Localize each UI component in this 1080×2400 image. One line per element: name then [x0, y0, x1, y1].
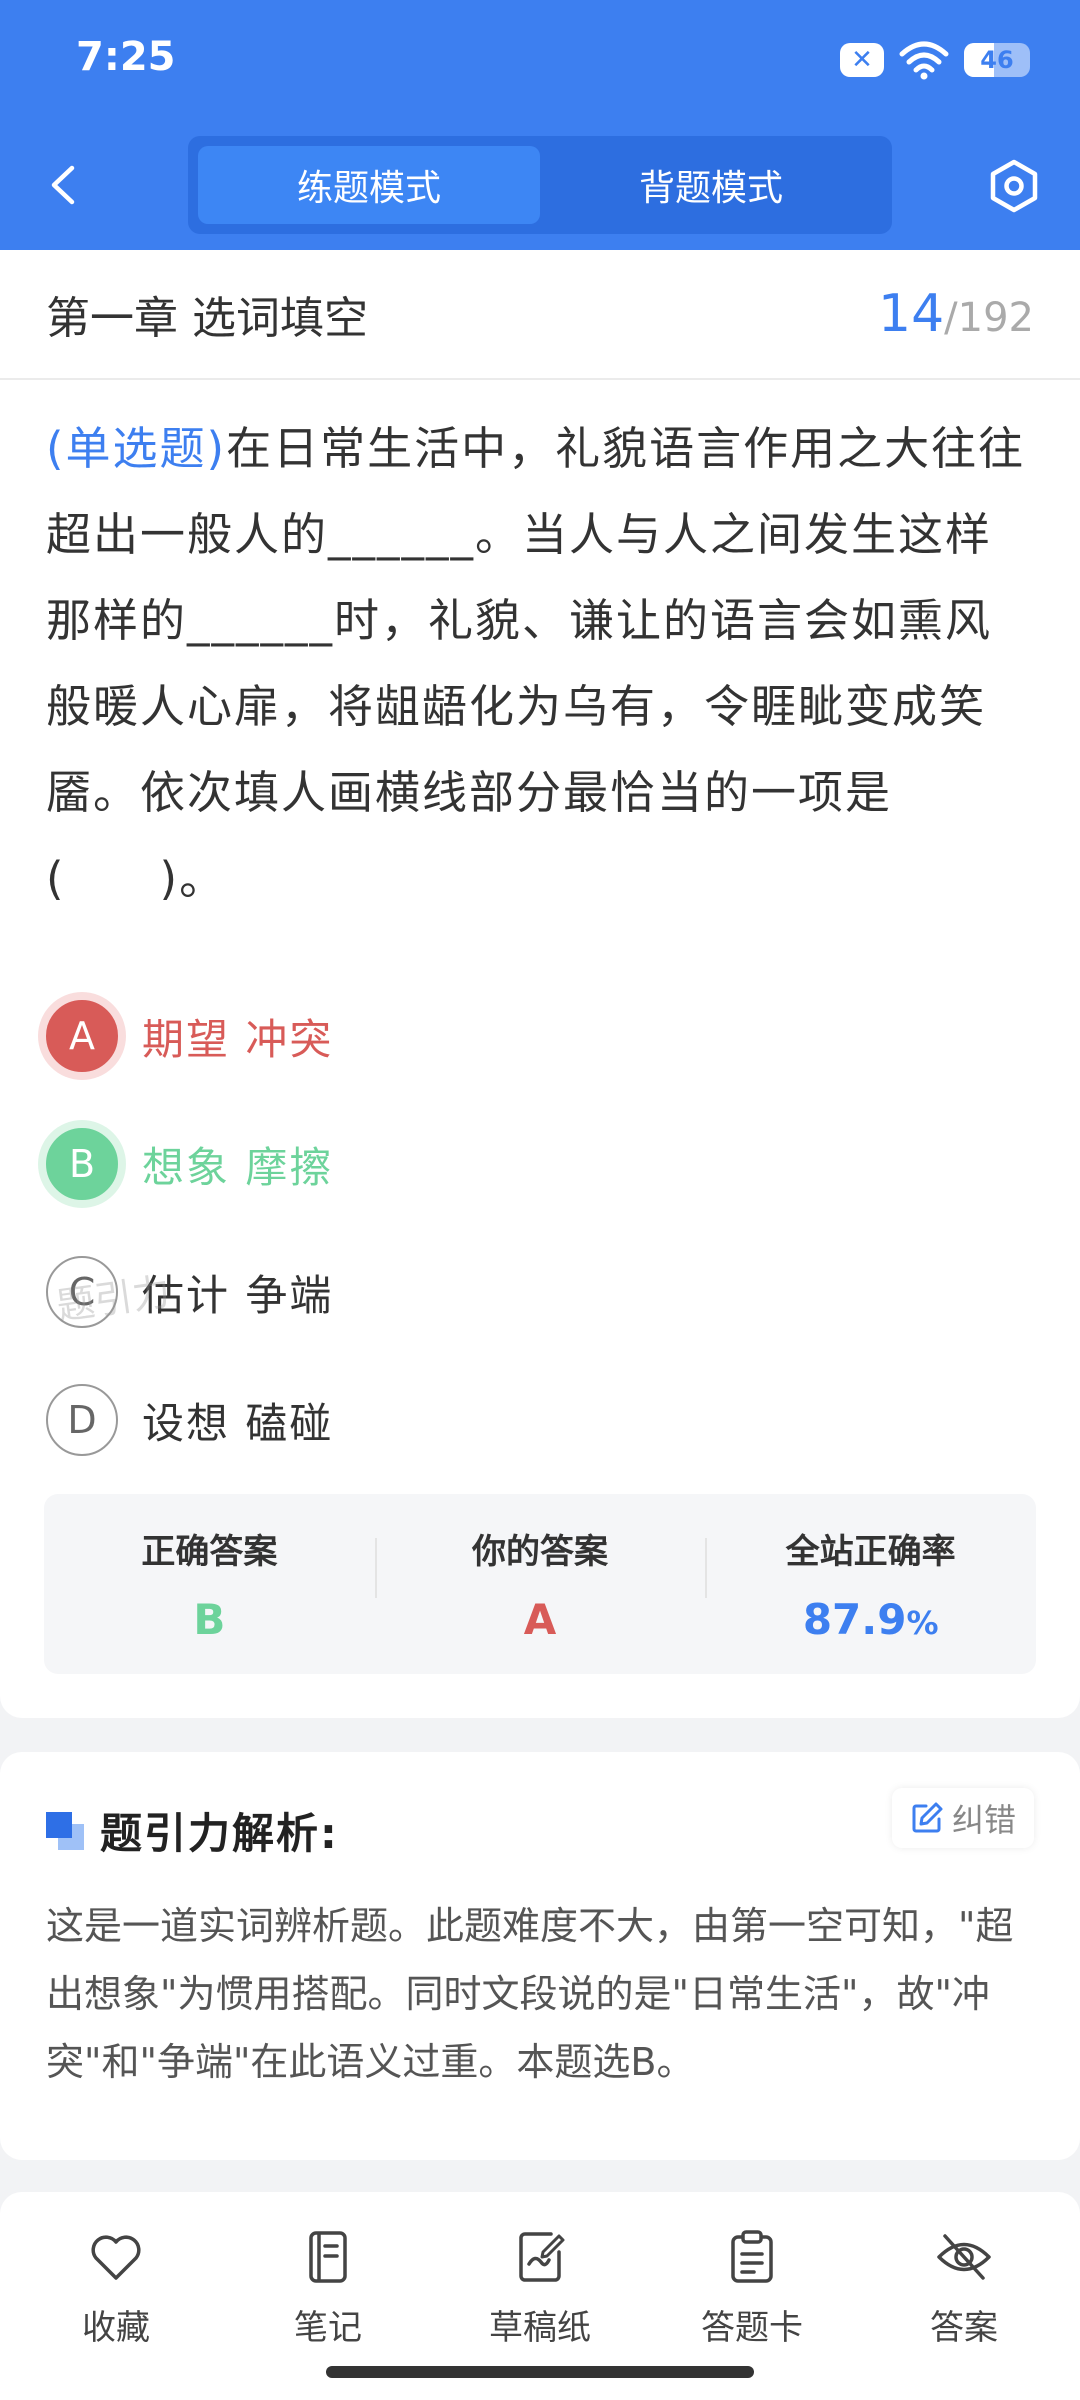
chapter-title: 第一章 选词填空	[46, 293, 368, 344]
question-card: 第一章 选词填空 14/192 (单选题)在日常生活中，礼貌语言作用之大往往超出…	[0, 250, 1080, 1718]
option-d-text: 设想 磕碰	[142, 1398, 334, 1448]
option-d-badge: D	[46, 1384, 118, 1456]
favorite-label: 收藏	[82, 2308, 150, 2348]
answer-toggle-label: 答案	[930, 2308, 998, 2348]
current-question-number: 14	[877, 284, 945, 344]
edit-icon	[912, 1802, 943, 1833]
home-indicator[interactable]	[326, 2366, 754, 2378]
notes-label: 笔记	[294, 2308, 362, 2348]
analysis-squares-icon	[46, 1811, 84, 1850]
option-b-text: 想象 摩擦	[142, 1142, 334, 1192]
battery-icon: 46	[964, 43, 1030, 77]
chapter-row: 第一章 选词填空 14/192	[0, 250, 1080, 380]
accuracy-rate-number: 87.9	[802, 1595, 907, 1644]
eye-off-icon	[937, 2234, 991, 2280]
question-stem: 在日常生活中，礼貌语言作用之大往往超出一般人的______。当人与人之间发生这样…	[46, 422, 1026, 905]
notebook-icon	[309, 2231, 347, 2283]
correct-answer-value: B	[193, 1595, 226, 1644]
battery-level: 46	[980, 46, 1014, 74]
favorite-button[interactable]: 收藏	[10, 2192, 222, 2400]
option-a-badge: A	[46, 1000, 118, 1072]
back-arrow-icon[interactable]	[40, 160, 90, 210]
draft-icon	[519, 2232, 565, 2282]
heart-icon	[91, 2235, 141, 2280]
tab-memorize-mode[interactable]: 背题模式	[540, 146, 882, 224]
accuracy-rate-unit: %	[906, 1604, 939, 1642]
analysis-title: 题引力解析:	[100, 1809, 339, 1858]
question-type: (单选题)	[46, 422, 227, 475]
question-text: (单选题)在日常生活中，礼貌语言作用之大往往超出一般人的______。当人与人之…	[0, 380, 1080, 922]
settings-hexagon-icon[interactable]	[984, 156, 1044, 216]
correct-answer-label: 正确答案	[141, 1532, 278, 1572]
answer-toggle-button[interactable]: 答案	[858, 2192, 1070, 2400]
total-question-count: 192	[957, 295, 1034, 341]
report-error-button[interactable]: 纠错	[891, 1788, 1034, 1848]
clipboard-icon	[731, 2230, 773, 2283]
accuracy-rate-value: 87.9%	[705, 1595, 1036, 1644]
option-b-badge: B	[46, 1128, 118, 1200]
analysis-card: 题引力解析: 纠错 这是一道实词辨析题。此题难度不大，由第一空可知，"超出想象"…	[0, 1752, 1080, 2160]
header: 7:25 ✕ 46 练题模式 背题模式	[0, 0, 1080, 250]
wifi-icon	[899, 41, 949, 80]
status-bar: 7:25 ✕ 46	[0, 0, 1080, 120]
status-icons: ✕ 46	[840, 38, 1030, 82]
analysis-body: 这是一道实词辨析题。此题难度不大，由第一空可知，"超出想象"为惯用搭配。同时文段…	[46, 1904, 1014, 2084]
answer-sheet-label: 答题卡	[701, 2308, 803, 2348]
tab-practice-mode[interactable]: 练题模式	[198, 146, 540, 224]
report-error-label: 纠错	[951, 1801, 1016, 1839]
option-a-text: 期望 冲突	[142, 1014, 334, 1064]
answer-summary: 正确答案 B 你的答案 A 全站正确率 87.9%	[44, 1494, 1036, 1674]
options-list: A 期望 冲突 B 想象 摩擦 C 估计 争端 D 设想 磕碰	[0, 972, 1080, 1484]
option-d[interactable]: D 设想 磕碰	[46, 1356, 1080, 1484]
your-answer-value: A	[523, 1595, 557, 1644]
your-answer-label: 你的答案	[472, 1532, 608, 1572]
accuracy-rate-label: 全站正确率	[785, 1532, 956, 1572]
your-answer-col: 你的答案 A	[374, 1524, 706, 1644]
correct-answer-col: 正确答案 B	[44, 1524, 375, 1644]
option-b[interactable]: B 想象 摩擦	[46, 1100, 1080, 1228]
question-progress[interactable]: 14/192	[878, 284, 1034, 344]
progress-separator: /	[944, 295, 958, 341]
option-a[interactable]: A 期望 冲突	[46, 972, 1080, 1100]
status-time: 7:25	[76, 34, 176, 80]
option-c[interactable]: C 估计 争端	[46, 1228, 1080, 1356]
accuracy-rate-col: 全站正确率 87.9%	[705, 1524, 1036, 1644]
draft-paper-label: 草稿纸	[489, 2308, 591, 2348]
mode-switch: 练题模式 背题模式	[188, 136, 892, 234]
close-notification-icon: ✕	[840, 43, 884, 77]
analysis-header: 题引力解析:	[46, 1800, 339, 1861]
